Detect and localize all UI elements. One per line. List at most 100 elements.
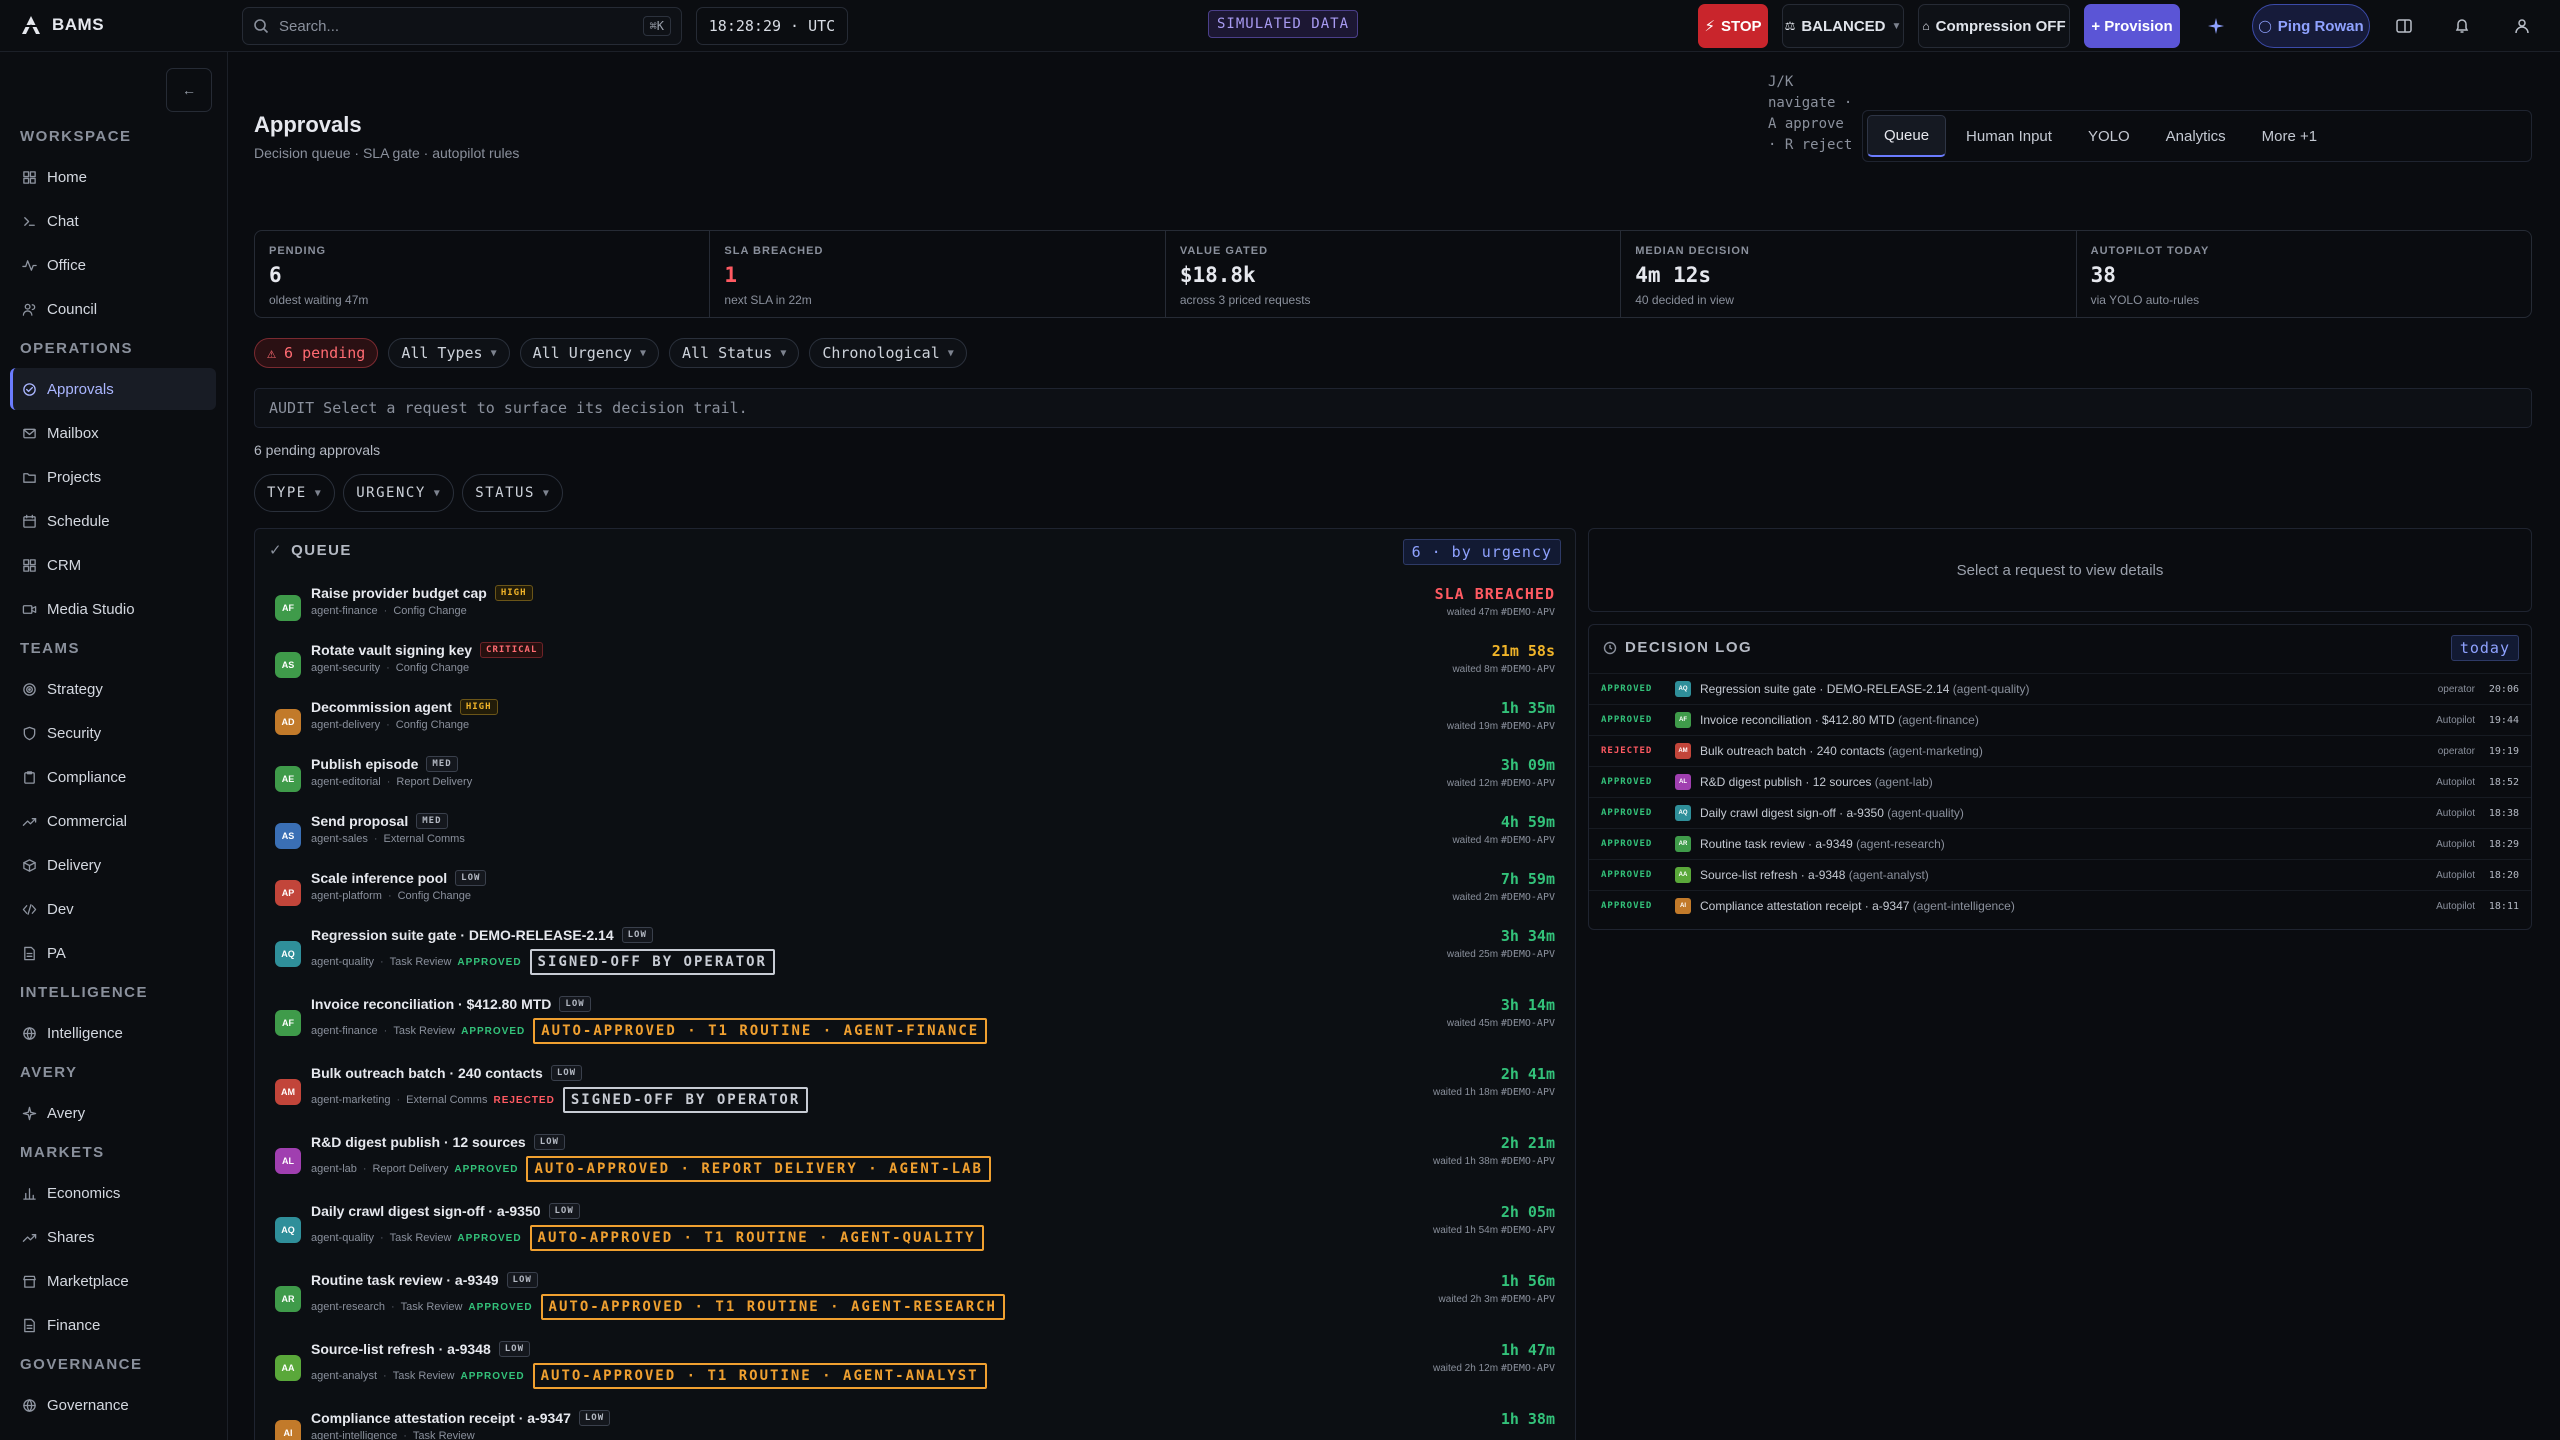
queue-row[interactable]: AE Publish episode MED agent-editorial · Repo… — [255, 756, 1575, 806]
queue-sort-badge[interactable]: 6 · by urgency — [1402, 539, 1561, 565]
sidebar-item-shares[interactable]: Shares — [10, 1216, 216, 1258]
decision-log-row[interactable]: APPROVED AQ Regression suite gate · DEMO-R… — [1589, 673, 2531, 704]
arrow-left-icon: ← — [182, 82, 196, 98]
agent-avatar: AP — [275, 880, 301, 906]
queue-row[interactable]: AQ Regression suite gate · DEMO-RELEASE-2… — [255, 927, 1575, 993]
trending-icon — [22, 814, 37, 829]
decision-log-row[interactable]: APPROVED AF Invoice reconciliation · $412.… — [1589, 704, 2531, 735]
wait-time: waited 47m — [1446, 607, 1499, 618]
pending-filter-chip[interactable]: ⚠ 6 pending — [254, 338, 379, 368]
sidebar-item-avery[interactable]: Avery — [10, 1092, 216, 1134]
queue-row[interactable]: AF Raise provider budget cap HIGH agent-fin… — [255, 585, 1575, 635]
bell-icon[interactable] — [2446, 10, 2478, 42]
sidebar-item-schedule[interactable]: Schedule — [10, 500, 216, 542]
decision-log-row[interactable]: APPROVED AA Source-list refresh · a-9348 (… — [1589, 859, 2531, 890]
agent-avatar: AM — [275, 1079, 301, 1105]
sidebar-item-home[interactable]: Home — [10, 156, 216, 198]
sidebar-item-media-studio[interactable]: Media Studio — [10, 588, 216, 630]
stop-label: STOP — [1720, 17, 1762, 35]
queue-row[interactable]: AI Compliance attestation receipt · a-934… — [255, 1410, 1575, 1440]
queue-row[interactable]: AQ Daily crawl digest sign-off · a-9350 LO… — [255, 1203, 1575, 1269]
sidebar-item-dev[interactable]: Dev — [10, 888, 216, 930]
sidebar-item-council[interactable]: Council — [10, 288, 216, 330]
urgency-filter-dropdown[interactable]: All Urgency ▼ — [519, 338, 659, 368]
decision-log-range[interactable]: today — [2450, 635, 2519, 661]
decision-log-row[interactable]: APPROVED AR Routine task review · a-9349 (… — [1589, 828, 2531, 859]
meta-separator: · — [373, 833, 378, 845]
queue-row[interactable]: AD Decommission agent HIGH agent-delivery · C… — [255, 699, 1575, 749]
panel-toggle-icon[interactable] — [2388, 10, 2420, 42]
column-filter-type[interactable]: TYPE ▼ — [254, 474, 336, 512]
meta-separator: · — [383, 1025, 388, 1037]
sidebar-collapse-button[interactable]: ← — [166, 68, 212, 112]
user-icon[interactable] — [2506, 10, 2538, 42]
request-title-text: Rotate vault signing key — [311, 642, 473, 658]
sidebar-item-intelligence[interactable]: Intelligence — [10, 1012, 216, 1054]
queue-row[interactable]: AP Scale inference pool LOW agent-platform ·… — [255, 870, 1575, 920]
wait-info: waited 25m #DEMO-APV — [1447, 949, 1555, 960]
queue-row[interactable]: AS Send proposal MED agent-sales · External C… — [255, 813, 1575, 863]
tab-analytics[interactable]: Analytics — [2150, 115, 2242, 157]
request-timer: 1h 56m waited 2h 3m #DEMO-APV — [1439, 1272, 1555, 1305]
tab-more-1[interactable]: More +1 — [2246, 115, 2333, 157]
sidebar-item-projects[interactable]: Projects — [10, 456, 216, 498]
compression-toggle[interactable]: ⌂ Compression OFF — [1918, 4, 2070, 48]
tab-queue[interactable]: Queue — [1867, 115, 1947, 157]
queue-row[interactable]: AR Routine task review · a-9349 LOW agent-r… — [255, 1272, 1575, 1338]
sidebar-item-commercial[interactable]: Commercial — [10, 800, 216, 842]
sidebar-item-compliance[interactable]: Compliance — [10, 756, 216, 798]
sidebar-item-governance[interactable]: Governance — [10, 1384, 216, 1426]
sidebar-item-strategy[interactable]: Strategy — [10, 668, 216, 710]
queue-row[interactable]: AM Bulk outreach batch · 240 contacts LOW a… — [255, 1065, 1575, 1131]
tab-yolo[interactable]: YOLO — [2072, 115, 2146, 157]
sidebar-item-finance[interactable]: Finance — [10, 1304, 216, 1346]
sidebar-item-economics[interactable]: Economics — [10, 1172, 216, 1214]
type-filter-dropdown[interactable]: All Types ▼ — [388, 338, 510, 368]
request-title: Bulk outreach batch · 240 contacts LOW — [311, 1065, 583, 1081]
sidebar-item-label: Mailbox — [47, 424, 99, 442]
meta-separator: · — [380, 1232, 384, 1244]
decision-log-row[interactable]: APPROVED AI Compliance attestation receipt… — [1589, 890, 2531, 921]
video-icon — [22, 602, 37, 617]
sidebar-item-delivery[interactable]: Delivery — [10, 844, 216, 886]
queue-row[interactable]: AA Source-list refresh · a-9348 LOW agent-a… — [255, 1341, 1575, 1407]
page-tabs: Queue Human Input YOLO Analytics More +1 — [1862, 110, 2532, 162]
sidebar-item-label: Security — [47, 724, 102, 742]
decision-time: 18:52 — [2488, 776, 2519, 788]
decision-log-row[interactable]: APPROVED AQ Daily crawl digest sign-off · … — [1589, 797, 2531, 828]
provision-button[interactable]: + Provision — [2084, 4, 2180, 48]
tab-human-input[interactable]: Human Input — [1950, 115, 2068, 157]
ping-button[interactable]: ◯ Ping Rowan — [2252, 4, 2370, 48]
search-input[interactable]: Search... ⌘K — [242, 7, 682, 45]
sidebar-item-office[interactable]: Office — [10, 244, 216, 286]
sidebar-item-label: Media Studio — [47, 600, 135, 618]
queue-row[interactable]: AF Invoice reconciliation · $412.80 MTD LO… — [255, 996, 1575, 1062]
chevron-down-icon: ▼ — [947, 347, 954, 359]
queue-row[interactable]: AL R&D digest publish · 12 sources LOW agen… — [255, 1134, 1575, 1200]
brand[interactable]: BAMS — [20, 14, 104, 36]
sidebar-item-crm[interactable]: CRM — [10, 544, 216, 586]
wait-time: waited 12m — [1446, 778, 1499, 789]
decision-log-row[interactable]: APPROVED AL R&D digest publish · 12 source… — [1589, 766, 2531, 797]
sidebar-item-chat[interactable]: Chat — [10, 200, 216, 242]
stop-button[interactable]: ⚡ STOP — [1698, 4, 1768, 48]
sort-order-dropdown[interactable]: Chronological ▼ — [809, 338, 967, 368]
sidebar-item-mailbox[interactable]: Mailbox — [10, 412, 216, 454]
target-icon — [22, 682, 37, 697]
queue-row[interactable]: AS Rotate vault signing key CRITICAL agent-… — [255, 642, 1575, 692]
column-filter-urgency[interactable]: URGENCY ▼ — [343, 474, 455, 512]
status-filter-dropdown[interactable]: All Status ▼ — [669, 338, 800, 368]
sparkle-icon[interactable] — [2200, 10, 2232, 42]
sidebar-item-approvals[interactable]: Approvals — [10, 368, 216, 410]
urgency-badge: HIGH — [459, 699, 498, 715]
decision-log-row[interactable]: REJECTED AM Bulk outreach batch · 240 cont… — [1589, 735, 2531, 766]
decision-text: Bulk outreach batch · 240 contacts (agen… — [1700, 744, 1983, 758]
sidebar-item-pa[interactable]: PA — [10, 932, 216, 974]
wait-info: waited 1h 18m #DEMO-APV — [1433, 1087, 1555, 1098]
sort-order-label: Chronological — [822, 344, 940, 362]
sidebar-item-security[interactable]: Security — [10, 712, 216, 754]
mode-dropdown[interactable]: ⚖ BALANCED ▼ — [1782, 4, 1904, 48]
sidebar-item-marketplace[interactable]: Marketplace — [10, 1260, 216, 1302]
column-filter-status[interactable]: STATUS ▼ — [462, 474, 564, 512]
request-type: Task Review — [392, 1370, 455, 1382]
